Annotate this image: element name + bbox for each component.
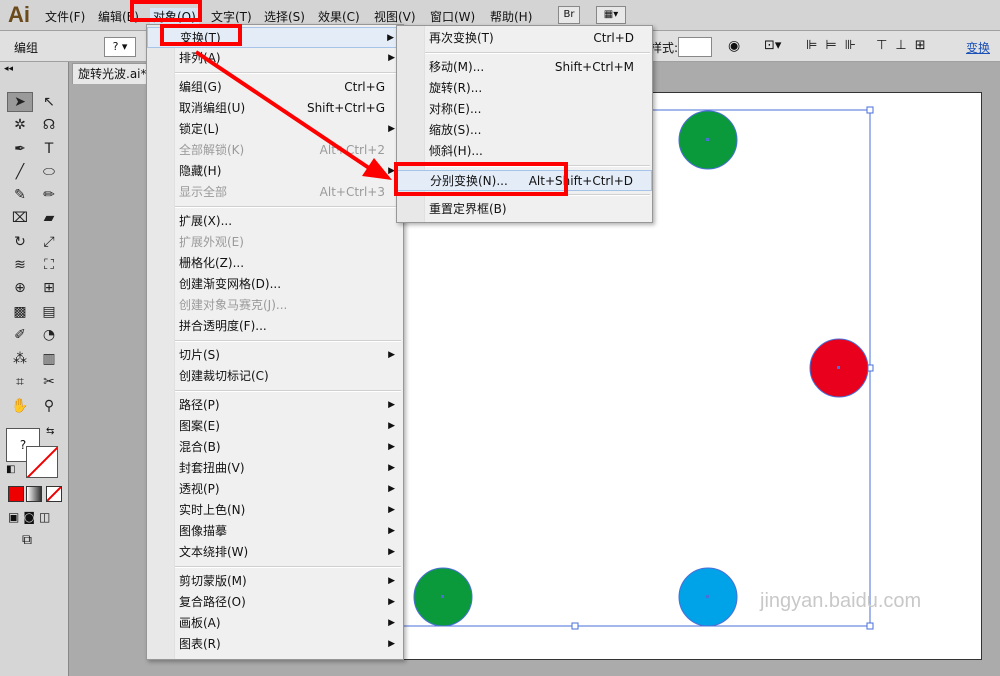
annotation-arrow (194, 50, 392, 180)
